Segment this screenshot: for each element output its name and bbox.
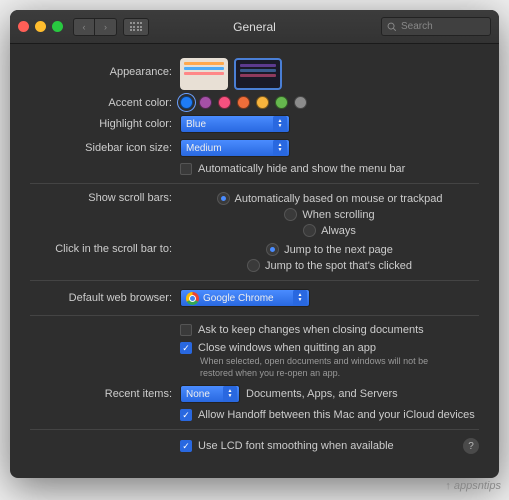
content: Appearance: Accent color: Highlight colo…: [10, 44, 499, 478]
zoom-icon[interactable]: [52, 21, 63, 32]
accent-swatch[interactable]: [256, 96, 269, 109]
scroll-always-label: Always: [321, 225, 356, 237]
accent-swatch[interactable]: [218, 96, 231, 109]
prefs-window: ‹ › General Search Appearance: Accent co…: [10, 10, 499, 478]
show-all-button[interactable]: [123, 18, 149, 36]
accent-swatch[interactable]: [237, 96, 250, 109]
ask-changes-label: Ask to keep changes when closing documen…: [198, 324, 424, 336]
traffic-lights: [18, 21, 63, 32]
scroll-auto-radio[interactable]: [217, 192, 230, 205]
close-windows-sub: When selected, open documents and window…: [200, 356, 460, 379]
highlight-value: Blue: [186, 119, 206, 130]
minimize-icon[interactable]: [35, 21, 46, 32]
close-icon[interactable]: [18, 21, 29, 32]
sidebar-label: Sidebar icon size:: [30, 142, 180, 154]
browser-value: Google Chrome: [203, 293, 274, 304]
appearance-light[interactable]: [180, 58, 228, 90]
divider: [30, 280, 479, 281]
highlight-label: Highlight color:: [30, 118, 180, 130]
titlebar: ‹ › General Search: [10, 10, 499, 44]
lcd-checkbox[interactable]: [180, 440, 192, 452]
recent-suffix: Documents, Apps, and Servers: [246, 388, 398, 400]
scroll-always-radio[interactable]: [303, 224, 316, 237]
nav-buttons: ‹ ›: [73, 18, 117, 36]
autohide-label: Automatically hide and show the menu bar: [198, 163, 405, 175]
scroll-when-label: When scrolling: [302, 209, 374, 221]
chevron-updown-icon: ▲▼: [223, 386, 237, 402]
appearance-thumbs: [180, 58, 282, 90]
search-placeholder: Search: [401, 21, 433, 32]
chevron-updown-icon: ▲▼: [273, 116, 287, 132]
accent-swatch[interactable]: [275, 96, 288, 109]
search-input[interactable]: Search: [381, 17, 491, 36]
appearance-dark[interactable]: [234, 58, 282, 90]
sidebar-select[interactable]: Medium ▲▼: [180, 139, 290, 157]
divider: [30, 183, 479, 184]
search-icon: [387, 22, 397, 32]
accent-swatch[interactable]: [180, 96, 193, 109]
chevron-updown-icon: ▲▼: [273, 140, 287, 156]
chevron-updown-icon: ▲▼: [293, 290, 307, 306]
recent-select[interactable]: None ▲▼: [180, 385, 240, 403]
browser-select[interactable]: Google Chrome ▲▼: [180, 289, 310, 307]
divider: [30, 429, 479, 430]
click-jump-radio[interactable]: [266, 243, 279, 256]
sidebar-value: Medium: [186, 143, 222, 154]
highlight-select[interactable]: Blue ▲▼: [180, 115, 290, 133]
browser-label: Default web browser:: [30, 292, 180, 304]
scroll-auto-label: Automatically based on mouse or trackpad: [235, 193, 443, 205]
forward-button[interactable]: ›: [95, 18, 117, 36]
lcd-label: Use LCD font smoothing when available: [198, 440, 394, 452]
recent-label: Recent items:: [30, 388, 180, 400]
divider: [30, 315, 479, 316]
window-title: General: [233, 20, 276, 34]
handoff-label: Allow Handoff between this Mac and your …: [198, 409, 475, 421]
accent-swatch[interactable]: [294, 96, 307, 109]
accent-swatches: [180, 96, 479, 109]
recent-value: None: [186, 389, 210, 400]
watermark: appsntips: [445, 480, 501, 492]
close-windows-checkbox[interactable]: [180, 342, 192, 354]
autohide-checkbox[interactable]: [180, 163, 192, 175]
chrome-icon: [186, 292, 199, 305]
appearance-label: Appearance:: [30, 58, 180, 78]
grid-icon: [130, 22, 143, 31]
click-jump-label: Jump to the next page: [284, 244, 393, 256]
accent-label: Accent color:: [30, 97, 180, 109]
click-spot-label: Jump to the spot that's clicked: [265, 260, 412, 272]
help-button[interactable]: ?: [463, 438, 479, 454]
back-button[interactable]: ‹: [73, 18, 95, 36]
accent-swatch[interactable]: [199, 96, 212, 109]
scroll-when-radio[interactable]: [284, 208, 297, 221]
clickbar-label: Click in the scroll bar to:: [30, 243, 180, 255]
scrollbars-label: Show scroll bars:: [30, 192, 180, 204]
close-windows-label: Close windows when quitting an app: [198, 342, 376, 354]
handoff-checkbox[interactable]: [180, 409, 192, 421]
ask-changes-checkbox[interactable]: [180, 324, 192, 336]
click-spot-radio[interactable]: [247, 259, 260, 272]
